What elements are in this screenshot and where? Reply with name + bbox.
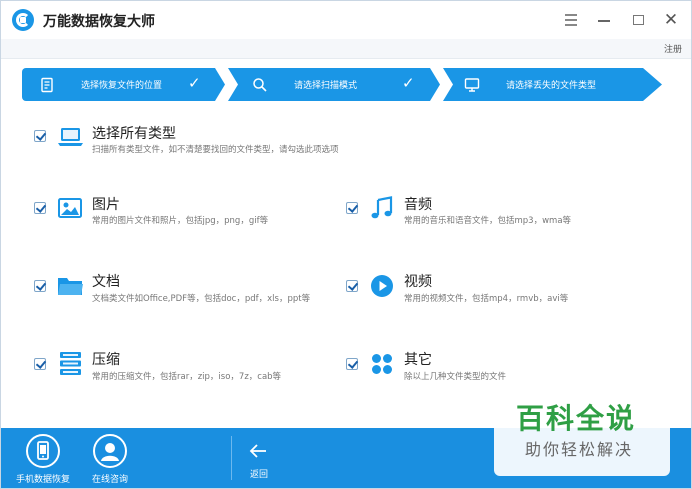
checkbox-other[interactable] <box>346 358 358 370</box>
step-label: 请选择扫描模式 <box>294 81 358 91</box>
app-window: 万能数据恢复大师 ✕ 注册 选择恢复文件的位置 ✓ 请选择扫描模式 ✓ 请选择丢… <box>0 0 692 489</box>
option-title: 其它 <box>404 352 432 368</box>
monitor-icon <box>464 78 480 92</box>
close-button[interactable]: ✕ <box>662 11 680 29</box>
step-label: 请选择丢失的文件类型 <box>506 81 597 91</box>
menu-icon[interactable] <box>562 11 580 29</box>
checkbox-audio[interactable] <box>346 202 358 214</box>
phone-icon <box>26 434 60 468</box>
app-title: 万能数据恢复大师 <box>43 14 155 30</box>
option-desc: 常用的图片文件和照片，包括jpg，png，gif等 <box>92 216 269 226</box>
watermark-subtitle: 助你轻松解决 <box>525 440 634 459</box>
option-title: 压缩 <box>92 352 120 368</box>
document-icon <box>41 77 53 93</box>
step-choose-location[interactable]: 选择恢复文件的位置 ✓ <box>22 68 225 101</box>
back-arrow-icon[interactable] <box>248 441 268 461</box>
play-icon <box>371 275 393 297</box>
option-title: 图片 <box>92 197 120 213</box>
laptop-icon <box>58 128 83 146</box>
checkbox-archive[interactable] <box>34 358 46 370</box>
option-title: 音频 <box>404 197 432 213</box>
option-title: 选择所有类型 <box>92 126 176 142</box>
option-desc: 常用的音乐和语音文件，包括mp3，wma等 <box>404 216 572 226</box>
music-icon <box>371 196 393 219</box>
checkbox-image[interactable] <box>34 202 46 214</box>
search-icon <box>253 78 267 92</box>
option-desc: 除以上几种文件类型的文件 <box>404 372 507 382</box>
folder-icon <box>58 278 83 295</box>
grid-icon <box>372 354 392 374</box>
image-icon <box>58 198 82 218</box>
back-button[interactable]: 返回 <box>250 467 268 480</box>
step-progress: 选择恢复文件的位置 ✓ 请选择扫描模式 ✓ 请选择丢失的文件类型 <box>22 68 662 101</box>
watermark: 百科全说 助你轻松解决 <box>494 394 670 476</box>
option-desc: 文档类文件如Office,PDF等，包括doc，pdf，xls，ppt等 <box>92 294 311 304</box>
checkbox-all-types[interactable] <box>34 130 46 142</box>
step-file-type[interactable]: 请选择丢失的文件类型 <box>443 68 662 101</box>
register-bar: 注册 <box>1 39 691 59</box>
option-desc: 扫描所有类型文件，如不清楚要找回的文件类型，请勾选此项选项 <box>92 145 339 155</box>
title-bar: 万能数据恢复大师 ✕ <box>1 1 691 39</box>
phone-recovery-label: 手机数据恢复 <box>15 475 70 485</box>
divider <box>231 436 232 480</box>
option-desc: 常用的压缩文件，包括rar，zip，iso，7z，cab等 <box>92 372 282 382</box>
online-consult-button[interactable]: 在线咨询 <box>75 434 145 486</box>
minimize-button[interactable] <box>595 11 613 29</box>
support-agent-icon <box>93 434 127 468</box>
option-desc: 常用的视频文件，包括mp4，rmvb，avi等 <box>404 294 569 304</box>
step-label: 选择恢复文件的位置 <box>81 81 163 91</box>
checkbox-video[interactable] <box>346 280 358 292</box>
step-scan-mode[interactable]: 请选择扫描模式 ✓ <box>228 68 440 101</box>
phone-recovery-button[interactable]: 手机数据恢复 <box>8 434 78 486</box>
option-title: 文档 <box>92 274 120 290</box>
archive-icon <box>60 352 81 375</box>
app-logo-icon <box>12 9 34 31</box>
option-title: 视频 <box>404 274 432 290</box>
check-icon: ✓ <box>188 74 201 92</box>
online-consult-label: 在线咨询 <box>91 475 128 485</box>
maximize-button[interactable] <box>629 11 647 29</box>
checkbox-document[interactable] <box>34 280 46 292</box>
check-icon: ✓ <box>402 74 415 92</box>
watermark-title: 百科全说 <box>516 402 637 435</box>
register-link[interactable]: 注册 <box>664 42 682 55</box>
